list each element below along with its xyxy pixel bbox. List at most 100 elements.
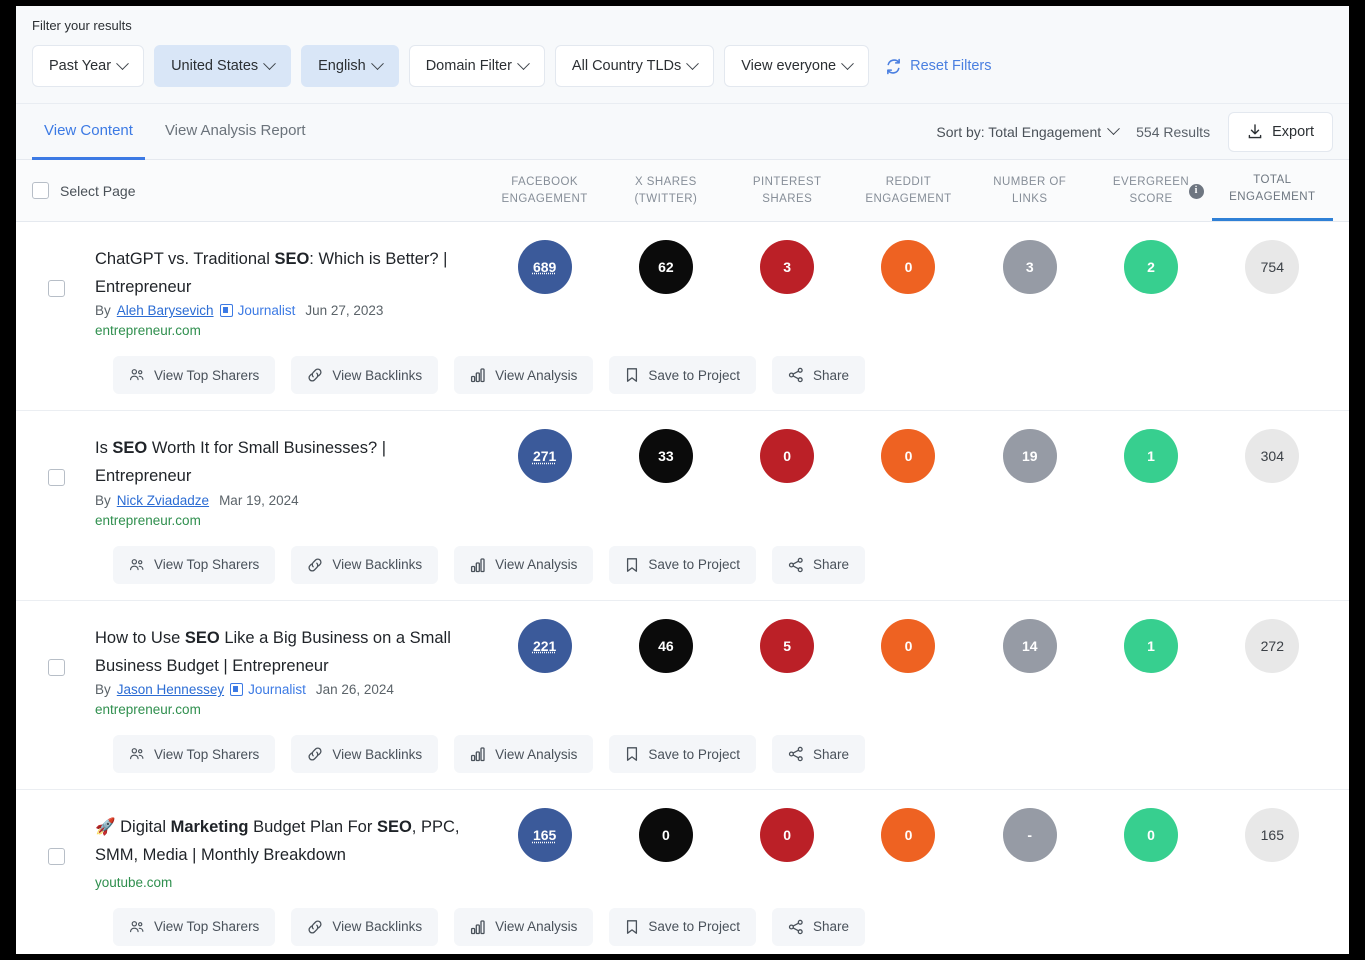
action-view-analysis[interactable]: View Analysis xyxy=(454,356,593,394)
metric-circle-evergreen[interactable]: 1 xyxy=(1124,429,1178,483)
action-view-backlinks[interactable]: View Backlinks xyxy=(291,908,438,946)
row-checkbox[interactable] xyxy=(48,280,65,297)
action-view-analysis[interactable]: View Analysis xyxy=(454,908,593,946)
metric-circle-links[interactable]: 3 xyxy=(1003,240,1057,294)
author-link[interactable]: Jason Hennessey xyxy=(117,682,224,697)
metric-circle-pinterest[interactable]: 5 xyxy=(760,619,814,673)
metric-circle-facebook[interactable]: 165 xyxy=(518,808,572,862)
result-byline: ByJason HennesseyJournalistJan 26, 2024 xyxy=(95,682,475,697)
action-save-to-project[interactable]: Save to Project xyxy=(609,735,756,773)
column-header-x-shares[interactable]: X SHARES(TWITTER) xyxy=(605,160,726,221)
row-checkbox[interactable] xyxy=(48,469,65,486)
metric-circle-evergreen[interactable]: 0 xyxy=(1124,808,1178,862)
row-checkbox[interactable] xyxy=(48,848,65,865)
metric-circle-links[interactable]: 19 xyxy=(1003,429,1057,483)
action-view-analysis[interactable]: View Analysis xyxy=(454,735,593,773)
metric-circle-facebook[interactable]: 221 xyxy=(518,619,572,673)
action-label: View Backlinks xyxy=(332,919,422,934)
metric-circle-reddit[interactable]: 0 xyxy=(881,429,935,483)
column-header-pinterest[interactable]: PINTERESTSHARES xyxy=(727,160,848,221)
metric-circle-twitter[interactable]: 0 xyxy=(639,808,693,862)
result-title[interactable]: How to Use SEO Like a Big Business on a … xyxy=(95,625,475,680)
metric-circle-total[interactable]: 754 xyxy=(1245,240,1299,294)
metric-circle-facebook[interactable]: 271 xyxy=(518,429,572,483)
metric-circle-reddit[interactable]: 0 xyxy=(881,808,935,862)
filter-chip-united-states[interactable]: United States xyxy=(154,45,291,87)
result-domain[interactable]: entrepreneur.com xyxy=(95,323,475,338)
result-title[interactable]: 🚀 Digital Marketing Budget Plan For SEO,… xyxy=(95,814,475,869)
action-view-top-sharers[interactable]: View Top Sharers xyxy=(113,735,275,773)
column-header-number-of[interactable]: NUMBER OFLINKS xyxy=(969,160,1090,221)
byline-prefix: By xyxy=(95,682,111,697)
action-label: View Analysis xyxy=(495,919,577,934)
metric-circle-reddit[interactable]: 0 xyxy=(881,619,935,673)
title-text: ChatGPT vs. Traditional xyxy=(95,250,274,268)
column-header-evergreen[interactable]: EVERGREENSCOREi xyxy=(1090,160,1211,221)
journalist-badge: Journalist xyxy=(230,682,306,697)
metric-circle-twitter[interactable]: 46 xyxy=(639,619,693,673)
action-view-top-sharers[interactable]: View Top Sharers xyxy=(113,908,275,946)
metric-circle-facebook[interactable]: 689 xyxy=(518,240,572,294)
info-icon[interactable]: i xyxy=(1189,184,1204,199)
result-title[interactable]: ChatGPT vs. Traditional SEO: Which is Be… xyxy=(95,246,475,301)
select-page-toggle[interactable]: Select Page xyxy=(32,160,484,221)
metric-circle-total[interactable]: 165 xyxy=(1245,808,1299,862)
action-share[interactable]: Share xyxy=(772,546,865,584)
filter-chip-label: Domain Filter xyxy=(426,58,512,74)
filter-chip-past-year[interactable]: Past Year xyxy=(32,45,144,87)
action-view-backlinks[interactable]: View Backlinks xyxy=(291,546,438,584)
metric-cell-twitter: 33 xyxy=(605,429,726,483)
action-save-to-project[interactable]: Save to Project xyxy=(609,908,756,946)
select-page-checkbox[interactable] xyxy=(32,182,49,199)
metric-circle-twitter[interactable]: 33 xyxy=(639,429,693,483)
column-header-total[interactable]: TOTALENGAGEMENT xyxy=(1212,160,1333,221)
reset-filters-button[interactable]: Reset Filters xyxy=(885,58,991,75)
metric-cell-pinterest: 3 xyxy=(727,240,848,294)
action-save-to-project[interactable]: Save to Project xyxy=(609,356,756,394)
action-save-to-project[interactable]: Save to Project xyxy=(609,546,756,584)
bookmark-icon xyxy=(625,919,639,935)
action-view-top-sharers[interactable]: View Top Sharers xyxy=(113,356,275,394)
metric-circle-pinterest[interactable]: 3 xyxy=(760,240,814,294)
result-domain[interactable]: entrepreneur.com xyxy=(95,702,475,717)
filter-chip-domain-filter[interactable]: Domain Filter xyxy=(409,45,545,87)
sort-by-dropdown[interactable]: Sort by: Total Engagement xyxy=(936,124,1118,140)
column-header-reddit[interactable]: REDDITENGAGEMENT xyxy=(848,160,969,221)
action-share[interactable]: Share xyxy=(772,908,865,946)
tab-view-analysis-report[interactable]: View Analysis Report xyxy=(153,104,318,160)
metric-circle-pinterest[interactable]: 0 xyxy=(760,808,814,862)
author-link[interactable]: Aleh Barysevich xyxy=(117,303,214,318)
tab-view-content[interactable]: View Content xyxy=(32,104,145,160)
metric-circle-links[interactable]: 14 xyxy=(1003,619,1057,673)
action-share[interactable]: Share xyxy=(772,735,865,773)
metric-circle-pinterest[interactable]: 0 xyxy=(760,429,814,483)
metric-circle-total[interactable]: 304 xyxy=(1245,429,1299,483)
author-link[interactable]: Nick Zviadadze xyxy=(117,493,209,508)
metric-circle-evergreen[interactable]: 1 xyxy=(1124,619,1178,673)
result-row-content: ChatGPT vs. Traditional SEO: Which is Be… xyxy=(32,236,484,338)
metric-cell-pinterest: 5 xyxy=(727,619,848,673)
metric-circle-links[interactable]: - xyxy=(1003,808,1057,862)
result-domain[interactable]: entrepreneur.com xyxy=(95,513,475,528)
action-share[interactable]: Share xyxy=(772,356,865,394)
filter-chip-english[interactable]: English xyxy=(301,45,399,87)
metric-circle-total[interactable]: 272 xyxy=(1245,619,1299,673)
tab-list: View ContentView Analysis Report xyxy=(32,104,318,160)
metric-circle-reddit[interactable]: 0 xyxy=(881,240,935,294)
metric-circle-evergreen[interactable]: 2 xyxy=(1124,240,1178,294)
action-view-top-sharers[interactable]: View Top Sharers xyxy=(113,546,275,584)
result-domain[interactable]: youtube.com xyxy=(95,875,475,890)
result-title[interactable]: Is SEO Worth It for Small Businesses? | … xyxy=(95,435,475,490)
link-icon xyxy=(307,557,323,573)
people-icon xyxy=(129,746,145,762)
metric-cell-facebook: 271 xyxy=(484,429,605,483)
action-view-backlinks[interactable]: View Backlinks xyxy=(291,356,438,394)
action-view-analysis[interactable]: View Analysis xyxy=(454,546,593,584)
export-button[interactable]: Export xyxy=(1228,112,1333,152)
metric-circle-twitter[interactable]: 62 xyxy=(639,240,693,294)
filter-chip-view-everyone[interactable]: View everyone xyxy=(724,45,869,87)
column-header-facebook[interactable]: FACEBOOKENGAGEMENT xyxy=(484,160,605,221)
row-checkbox[interactable] xyxy=(48,659,65,676)
action-view-backlinks[interactable]: View Backlinks xyxy=(291,735,438,773)
filter-chip-all-country-tlds[interactable]: All Country TLDs xyxy=(555,45,714,87)
